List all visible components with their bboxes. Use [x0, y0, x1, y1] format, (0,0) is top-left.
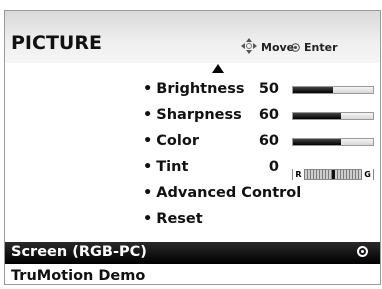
tint-slider-marker [332, 170, 335, 179]
brightness-slider[interactable] [292, 86, 374, 94]
menu-item-advanced-control[interactable]: • Advanced Control [143, 185, 301, 201]
reset-label: Reset [156, 211, 203, 227]
sharpness-value: 60 [258, 107, 279, 123]
enter-hint: Enter [304, 41, 338, 54]
bullet: • [143, 81, 153, 97]
color-label: Color [156, 133, 199, 149]
brightness-label: Brightness [156, 81, 245, 97]
bullet: • [143, 159, 153, 175]
enter-button-icon [291, 43, 300, 52]
advanced-control-label: Advanced Control [156, 185, 302, 201]
menu-item-reset[interactable]: • Reset [143, 211, 203, 227]
bullet: • [143, 133, 153, 149]
sharpness-label: Sharpness [156, 107, 242, 123]
move-hint: Move [261, 41, 295, 54]
color-slider-fill [293, 139, 341, 145]
tint-label: Tint [156, 159, 189, 175]
bullet: • [143, 185, 153, 201]
menu-item-sharpness[interactable]: • Sharpness [143, 107, 242, 123]
tint-slider[interactable]: R G [292, 169, 374, 180]
picture-menu-panel: PICTURE Move Enter • Brightness 50 • Sharp… [4, 10, 381, 285]
sharpness-slider[interactable] [292, 112, 374, 120]
tint-red-label: R [293, 169, 304, 180]
menu-item-trumotion-demo[interactable]: TruMotion Demo [11, 268, 145, 284]
bullet: • [143, 211, 153, 227]
sharpness-slider-fill [293, 113, 341, 119]
selected-radio-icon [357, 246, 368, 257]
color-slider[interactable] [292, 138, 374, 146]
screen-label: Screen (RGB-PC) [11, 244, 147, 260]
tint-green-label: G [362, 169, 373, 180]
color-value: 60 [258, 133, 279, 149]
menu-item-screen-rgb-pc[interactable]: Screen (RGB-PC) [5, 242, 380, 264]
bullet: • [143, 107, 153, 123]
menu-item-tint[interactable]: • Tint [143, 159, 188, 175]
menu-header: PICTURE Move Enter [5, 11, 380, 63]
scroll-up-arrow-icon[interactable] [212, 64, 224, 73]
menu-title: PICTURE [11, 32, 102, 54]
menu-item-brightness[interactable]: • Brightness [143, 81, 245, 97]
tint-value: 0 [268, 159, 279, 175]
brightness-value: 50 [258, 81, 279, 97]
menu-item-color[interactable]: • Color [143, 133, 199, 149]
brightness-slider-fill [293, 87, 333, 93]
move-arrows-icon [241, 38, 257, 54]
